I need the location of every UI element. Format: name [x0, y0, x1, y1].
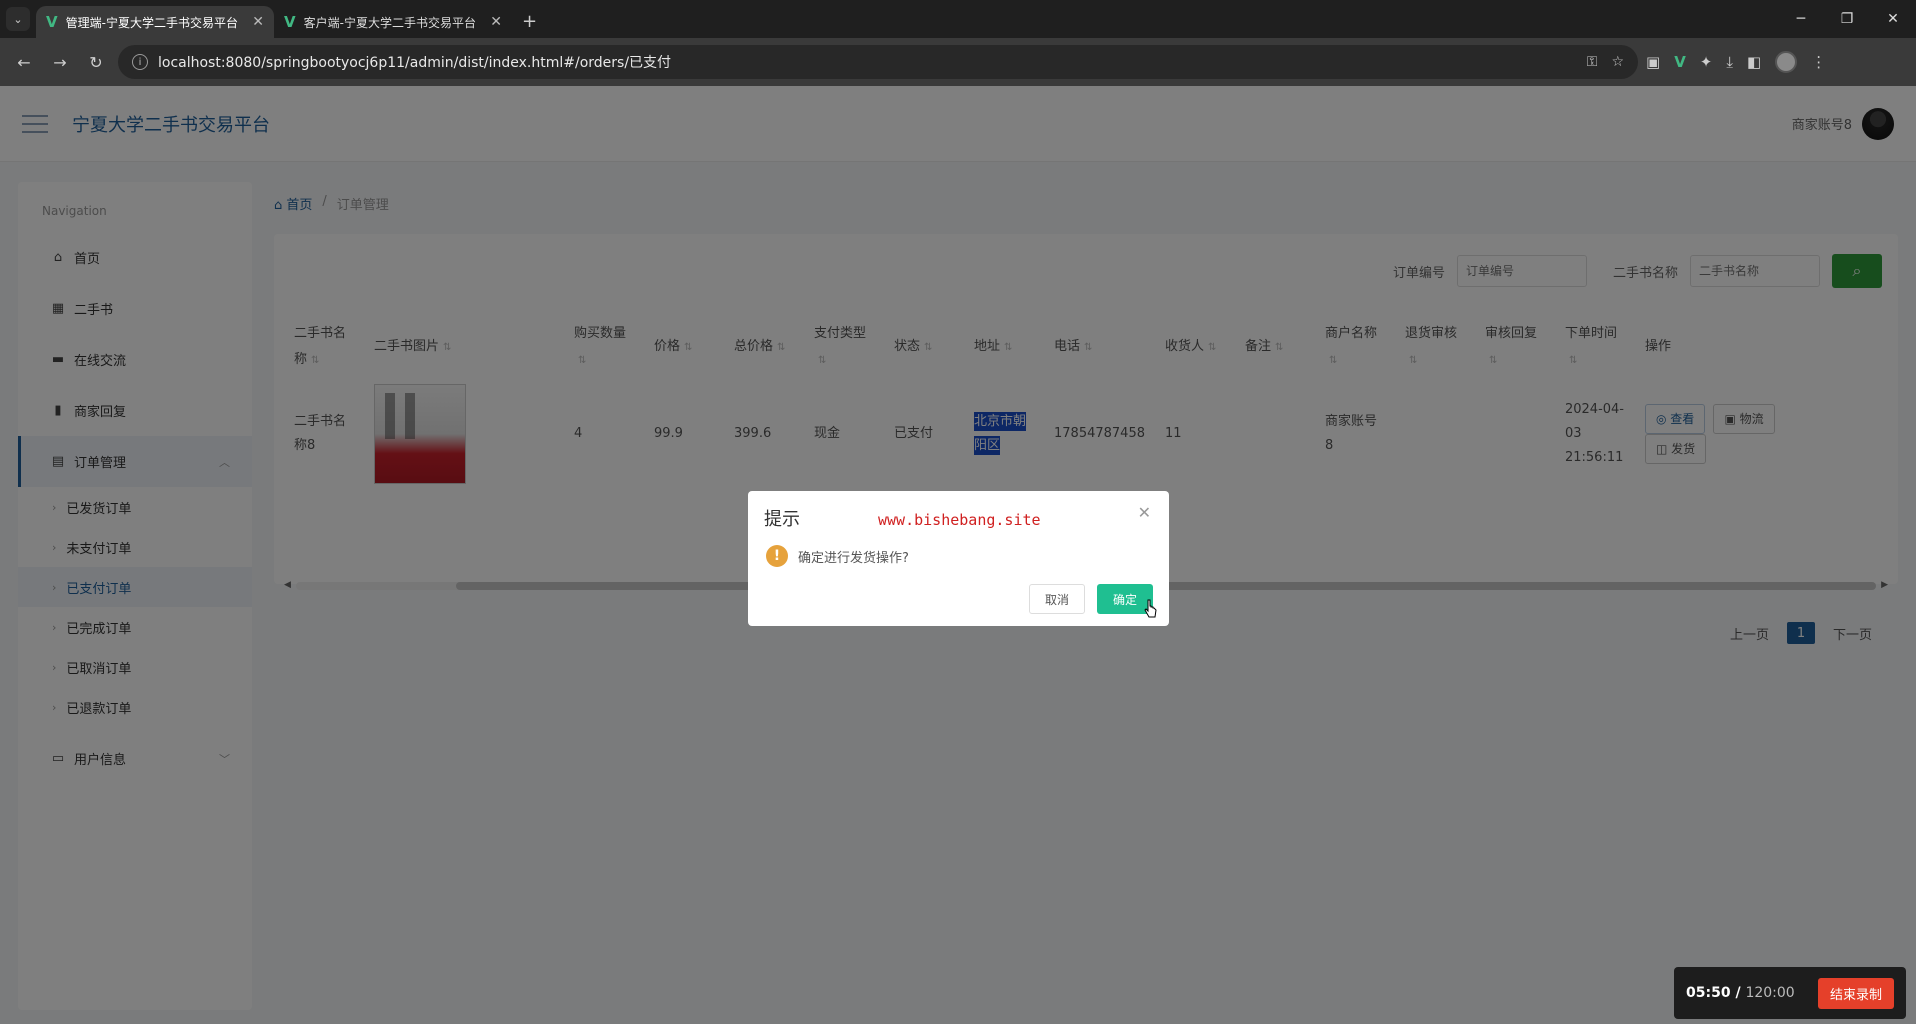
browser-tab-bar: ⌄ V 管理端-宁夏大学二手书交易平台 ✕ V 客户端-宁夏大学二手书交易平台 …	[0, 0, 1916, 38]
watermark-text: www.bishebang.site	[878, 511, 1041, 529]
extension-icon[interactable]: ▣	[1646, 53, 1660, 71]
restore-icon[interactable]: ❐	[1824, 0, 1870, 38]
browser-toolbar: ← → ↻ i localhost:8080/springbootyocj6p1…	[0, 38, 1916, 86]
cancel-button[interactable]: 取消	[1029, 584, 1085, 614]
download-icon[interactable]: ⤓	[1726, 53, 1733, 71]
site-info-icon[interactable]: i	[132, 54, 148, 70]
confirm-dialog: 提示 www.bishebang.site ✕ ! 确定进行发货操作? 取消 确…	[748, 491, 1169, 626]
more-menu-icon[interactable]: ⋮	[1811, 53, 1826, 71]
back-icon[interactable]: ←	[10, 48, 38, 76]
browser-tab-client[interactable]: V 客户端-宁夏大学二手书交易平台 ✕	[274, 6, 512, 38]
address-bar[interactable]: i localhost:8080/springbootyocj6p11/admi…	[118, 45, 1638, 79]
browser-tab-admin[interactable]: V 管理端-宁夏大学二手书交易平台 ✕	[36, 6, 274, 38]
new-tab-button[interactable]: +	[522, 11, 537, 32]
dialog-body: ! 确定进行发货操作?	[766, 545, 909, 567]
close-icon[interactable]: ✕	[490, 14, 502, 30]
password-key-icon[interactable]: ⚿	[1587, 54, 1598, 70]
puzzle-icon[interactable]: ✦	[1700, 53, 1713, 71]
mouse-pointer-icon	[1144, 599, 1157, 618]
bookmark-star-icon[interactable]: ☆	[1611, 54, 1624, 70]
close-window-icon[interactable]: ✕	[1870, 0, 1916, 38]
tab-search-dropdown[interactable]: ⌄	[6, 7, 30, 31]
warning-icon: !	[766, 545, 788, 567]
sidepanel-icon[interactable]: ◧	[1747, 53, 1761, 71]
tab-title: 管理端-宁夏大学二手书交易平台	[65, 15, 238, 30]
dialog-message: 确定进行发货操作?	[798, 550, 909, 566]
reload-icon[interactable]: ↻	[82, 48, 110, 76]
vue-devtools-icon[interactable]: V	[1674, 53, 1686, 71]
profile-avatar[interactable]	[1775, 51, 1798, 73]
url-text: localhost:8080/springbootyocj6p11/admin/…	[158, 55, 672, 71]
tab-title: 客户端-宁夏大学二手书交易平台	[303, 15, 476, 30]
dialog-buttons: 取消 确定	[1029, 584, 1153, 614]
close-icon[interactable]: ✕	[1138, 503, 1151, 522]
window-controls: ─ ❐ ✕	[1778, 0, 1916, 38]
extensions-area: ▣ V ✦ ⤓ ◧ ⋮	[1646, 51, 1826, 73]
vue-icon: V	[46, 13, 58, 31]
dialog-title: 提示	[764, 509, 800, 530]
recording-timer: 05:50 / 120:00	[1686, 985, 1795, 1001]
stop-recording-button[interactable]: 结束录制	[1817, 977, 1894, 1009]
close-icon[interactable]: ✕	[252, 14, 264, 30]
vue-icon: V	[284, 13, 296, 31]
recording-widget: 05:50 / 120:00 结束录制	[1674, 967, 1906, 1019]
minimize-icon[interactable]: ─	[1778, 0, 1824, 38]
forward-icon[interactable]: →	[46, 48, 74, 76]
